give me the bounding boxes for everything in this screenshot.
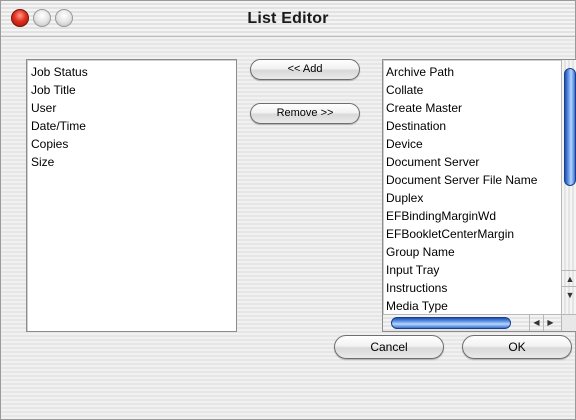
remove-button[interactable]: Remove >> [250,103,360,124]
vertical-scroll-thumb[interactable] [564,68,576,186]
horizontal-scrollbar[interactable]: ◀ ▶ [383,314,576,331]
list-item[interactable]: Job Title [31,81,236,99]
list-item[interactable]: Instructions [386,279,561,297]
cancel-button[interactable]: Cancel [334,335,444,359]
list-item[interactable]: Destination [386,117,561,135]
list-item[interactable]: Media Type [386,297,561,314]
scrollbar-corner [561,314,576,331]
list-item[interactable]: Size [31,153,236,171]
list-item[interactable]: Collate [386,81,561,99]
list-editor-window: List Editor Job Status Job Title User Da… [0,0,576,420]
list-item[interactable]: Create Master [386,99,561,117]
list-item[interactable]: User [31,99,236,117]
arrow-down-icon[interactable]: ▼ [562,286,576,302]
arrow-right-icon[interactable]: ▶ [543,315,557,331]
selected-columns-list[interactable]: Job Status Job Title User Date/Time Copi… [26,59,237,332]
list-item[interactable]: Archive Path [386,63,561,81]
add-button[interactable]: << Add [250,59,360,80]
horizontal-scroll-thumb[interactable] [391,317,511,329]
list-item[interactable]: Copies [31,135,236,153]
arrow-up-icon[interactable]: ▲ [562,270,576,286]
arrow-left-icon[interactable]: ◀ [529,315,543,331]
list-item[interactable]: Document Server File Name [386,171,561,189]
window-title: List Editor [247,10,329,27]
list-item[interactable]: Job Status [31,63,236,81]
available-columns-list[interactable]: Archive Path Collate Create Master Desti… [382,59,576,332]
list-item[interactable]: Document Server [386,153,561,171]
ok-button[interactable]: OK [462,335,572,359]
list-item[interactable]: Duplex [386,189,561,207]
list-item[interactable]: EFBookletCenterMargin [386,225,561,243]
list-item[interactable]: Input Tray [386,261,561,279]
vertical-scrollbar[interactable]: ▲ ▼ [561,60,576,314]
list-item[interactable]: Date/Time [31,117,236,135]
list-item[interactable]: Group Name [386,243,561,261]
title-bar[interactable]: List Editor [1,1,575,37]
list-item[interactable]: EFBindingMarginWd [386,207,561,225]
list-item[interactable]: Device [386,135,561,153]
